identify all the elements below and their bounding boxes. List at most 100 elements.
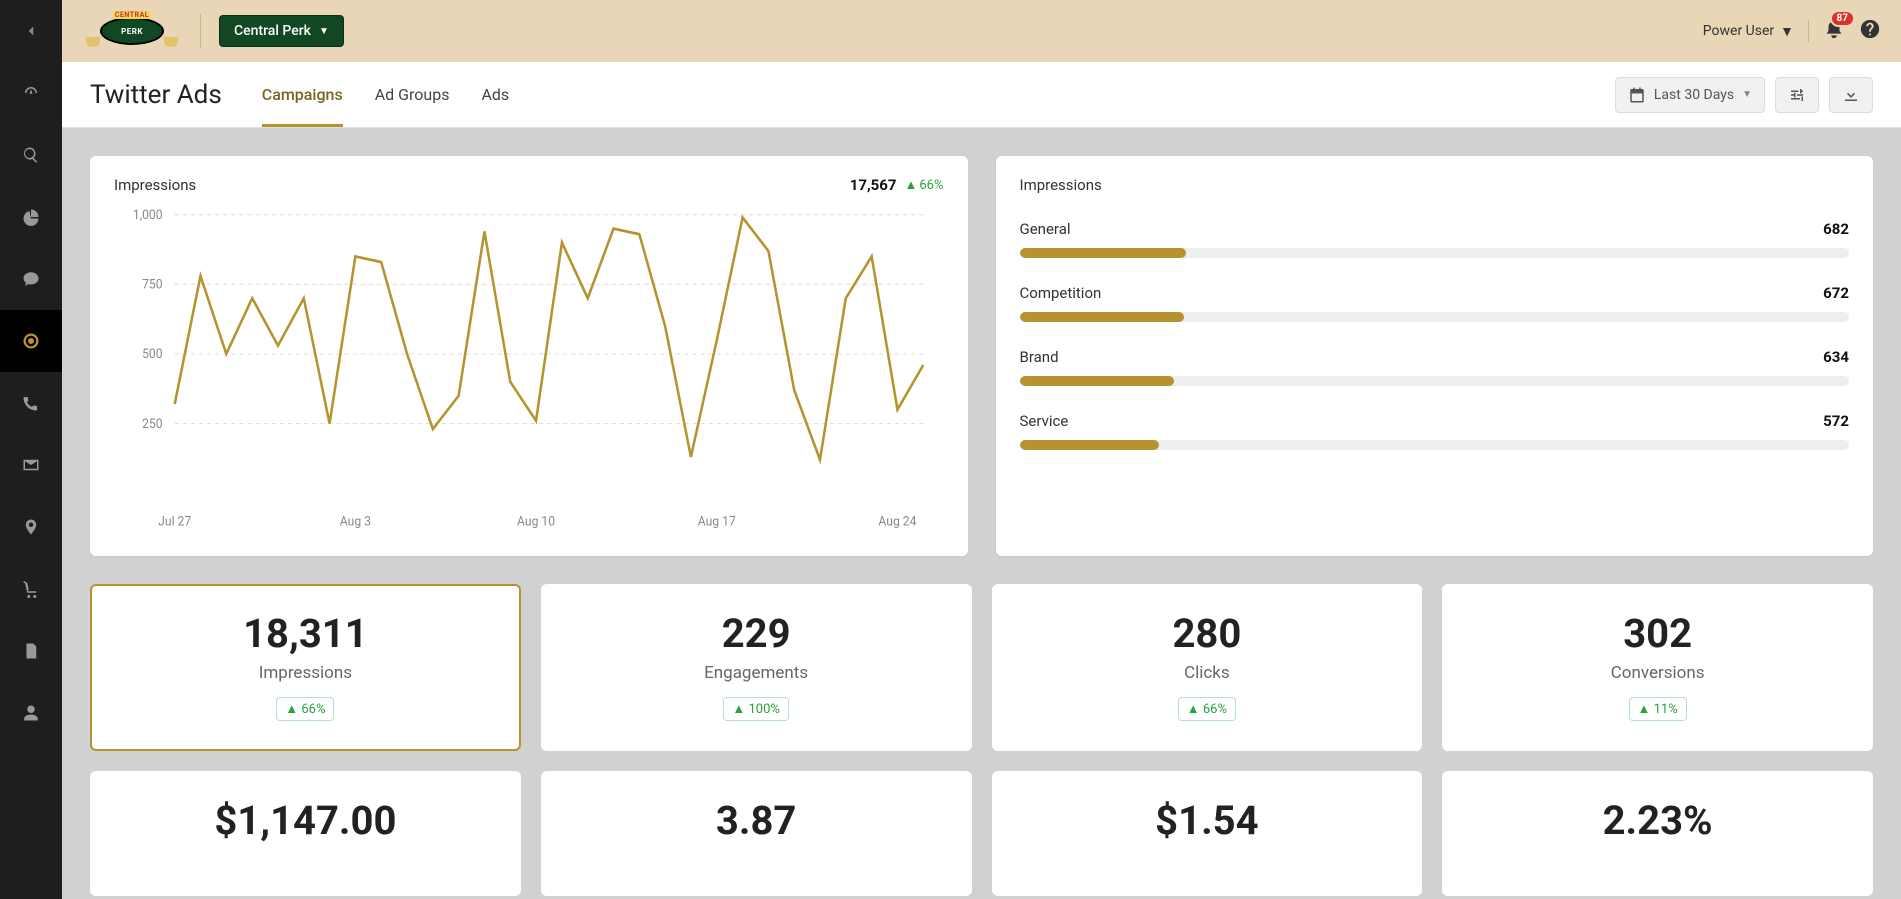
svg-text:750: 750 [142, 277, 162, 292]
kpi-value: $1.54 [1014, 797, 1401, 844]
kpi-value: 2.23% [1464, 797, 1851, 844]
search-icon [22, 146, 40, 164]
nav-user[interactable] [0, 682, 62, 744]
kpi-card[interactable]: 18,311 Impressions ▲ 66% [90, 584, 521, 751]
tab-campaigns[interactable]: Campaigns [262, 63, 343, 127]
kpi-card[interactable]: $1,147.00 [90, 771, 521, 896]
download-button[interactable] [1829, 77, 1873, 113]
notifications-badge: 87 [1830, 10, 1855, 27]
nav-chat[interactable] [0, 248, 62, 310]
main: PERK Central Perk ▼ Power User ▼ 87 [62, 0, 1901, 899]
cart-icon [22, 580, 40, 598]
kpi-value: 302 [1464, 610, 1851, 657]
nav-location[interactable] [0, 496, 62, 558]
bar-value: 572 [1823, 412, 1849, 430]
kpi-label: Engagements [563, 663, 950, 683]
chevron-left-icon [22, 22, 40, 40]
svg-text:Aug 24: Aug 24 [878, 514, 916, 529]
bar-value: 672 [1823, 284, 1849, 302]
topbar: PERK Central Perk ▼ Power User ▼ 87 [62, 0, 1901, 62]
tab-ads[interactable]: Ads [481, 63, 509, 127]
mail-icon [22, 456, 40, 474]
nav-commerce[interactable] [0, 558, 62, 620]
nav-dashboard[interactable] [0, 62, 62, 124]
kpi-value: 280 [1014, 610, 1401, 657]
svg-text:Aug 10: Aug 10 [517, 514, 555, 529]
bar-label: Brand [1020, 348, 1059, 366]
subbar: Twitter Ads Campaigns Ad Groups Ads Last… [62, 62, 1901, 128]
nav-email[interactable] [0, 434, 62, 496]
nav-calls[interactable] [0, 372, 62, 434]
bar-track [1020, 440, 1850, 450]
bar-row: General 682 [1020, 220, 1850, 258]
sidebar [0, 0, 62, 899]
svg-text:Aug 17: Aug 17 [698, 514, 736, 529]
kpi-delta: ▲ 66% [1178, 697, 1236, 721]
bar-label: Service [1020, 412, 1069, 430]
chart-label: Impressions [114, 176, 196, 194]
sliders-icon [1788, 86, 1806, 104]
brand-logo[interactable]: PERK [82, 9, 182, 53]
bar-label: General [1020, 220, 1071, 238]
svg-text:1,000: 1,000 [133, 208, 163, 223]
settings-button[interactable] [1775, 77, 1819, 113]
separator [1808, 20, 1809, 42]
kpi-card[interactable]: $1.54 [992, 771, 1423, 896]
user-dropdown[interactable]: Power User ▼ [1703, 23, 1794, 40]
pin-icon [22, 518, 40, 536]
kpi-row: 18,311 Impressions ▲ 66% 229 Engagements… [90, 584, 1873, 751]
brand-dropdown[interactable]: Central Perk ▼ [219, 15, 344, 47]
date-range-dropdown[interactable]: Last 30 Days ▼ [1615, 77, 1765, 113]
bar-label: Competition [1020, 284, 1102, 302]
bar-fill [1020, 312, 1184, 322]
page-title: Twitter Ads [90, 80, 222, 110]
nav-ads[interactable] [0, 310, 62, 372]
bar-track [1020, 312, 1850, 322]
kpi-value: 229 [563, 610, 950, 657]
kpi-label: Clicks [1014, 663, 1401, 683]
content: Impressions 17,567 ▲ 66% 2505007501,000 [62, 128, 1901, 899]
bar-row: Competition 672 [1020, 284, 1850, 322]
kpi-value: $1,147.00 [112, 797, 499, 844]
kpi-card[interactable]: 280 Clicks ▲ 66% [992, 584, 1423, 751]
date-range-label: Last 30 Days [1654, 87, 1734, 103]
bar-track [1020, 248, 1850, 258]
help-button[interactable] [1859, 18, 1881, 45]
bar-track [1020, 376, 1850, 386]
gauge-icon [22, 84, 40, 102]
svg-text:250: 250 [142, 417, 162, 432]
kpi-card[interactable]: 229 Engagements ▲ 100% [541, 584, 972, 751]
user-icon [22, 704, 40, 722]
chart-total: 17,567 [850, 176, 897, 194]
impressions-breakdown-card: Impressions General 682 Competition 672 … [996, 156, 1874, 556]
kpi-label: Impressions [112, 663, 499, 683]
sidebar-collapse-toggle[interactable] [0, 0, 62, 62]
download-icon [1842, 86, 1860, 104]
svg-text:Aug 3: Aug 3 [340, 514, 371, 529]
brand-dropdown-label: Central Perk [234, 23, 311, 39]
pie-chart-icon [22, 208, 40, 226]
impressions-chart-card: Impressions 17,567 ▲ 66% 2505007501,000 [90, 156, 968, 556]
kpi-delta: ▲ 100% [723, 697, 789, 721]
nav-docs[interactable] [0, 620, 62, 682]
caret-down-icon: ▼ [1742, 89, 1752, 100]
kpi-card[interactable]: 2.23% [1442, 771, 1873, 896]
kpi-value: 18,311 [112, 610, 499, 657]
nav-reports[interactable] [0, 186, 62, 248]
caret-down-icon: ▼ [1780, 23, 1794, 40]
document-chart-icon [22, 642, 40, 660]
bar-fill [1020, 440, 1159, 450]
nav-search[interactable] [0, 124, 62, 186]
help-icon [1859, 18, 1881, 40]
bar-fill [1020, 248, 1187, 258]
chart-delta: ▲ 66% [904, 177, 943, 193]
tab-ad-groups[interactable]: Ad Groups [375, 63, 450, 127]
chart-area: 2505007501,000 Jul 27Aug 3Aug 10Aug 17Au… [114, 204, 944, 536]
notifications-button[interactable]: 87 [1823, 18, 1845, 44]
caret-down-icon: ▼ [319, 26, 329, 37]
kpi-card[interactable]: 302 Conversions ▲ 11% [1442, 584, 1873, 751]
svg-text:Jul 27: Jul 27 [158, 514, 191, 529]
kpi-card[interactable]: 3.87 [541, 771, 972, 896]
kpi-label: Conversions [1464, 663, 1851, 683]
kpi-delta: ▲ 66% [276, 697, 334, 721]
